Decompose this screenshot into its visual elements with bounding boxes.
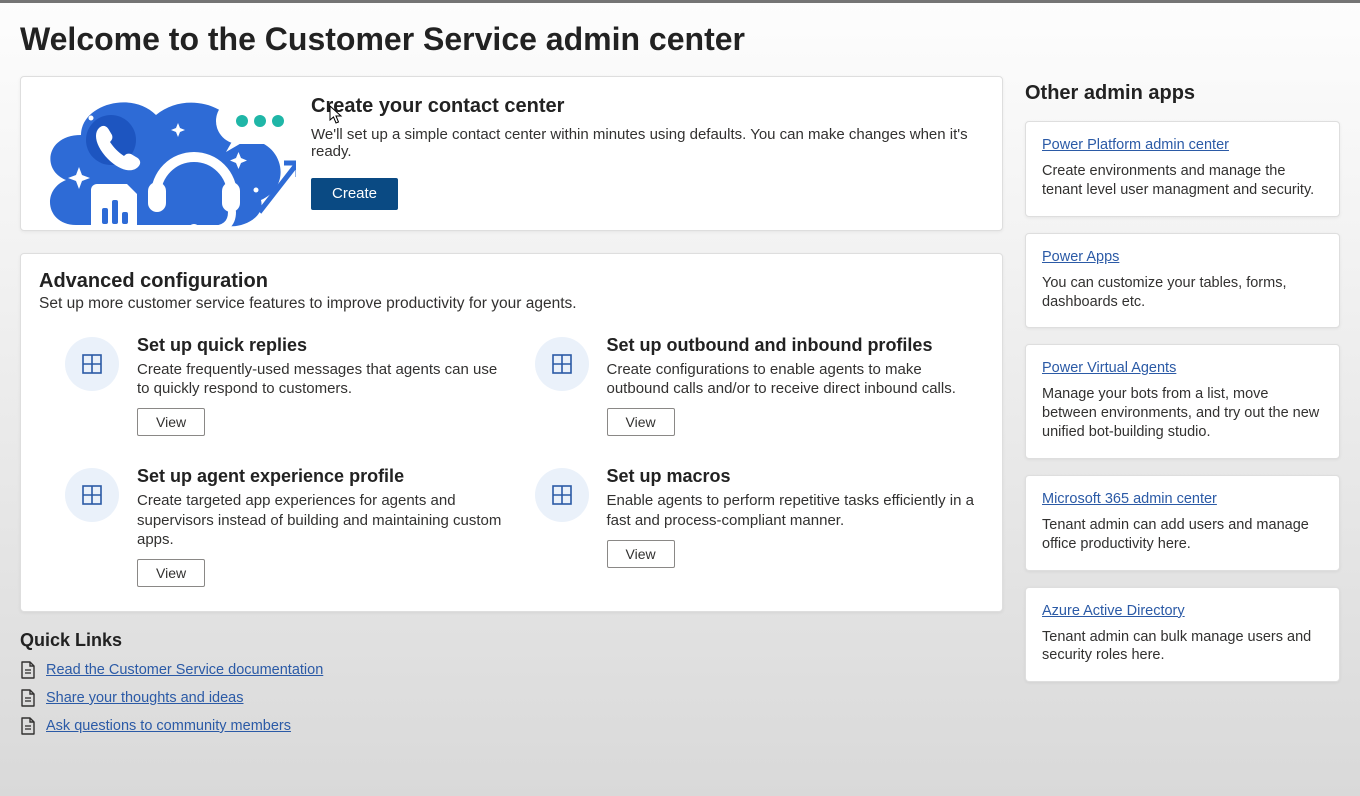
quick-links-heading: Quick Links — [20, 630, 1003, 651]
app-link-m365-admin[interactable]: Microsoft 365 admin center — [1042, 491, 1217, 507]
adv-item-title: Set up quick replies — [137, 335, 505, 356]
hero-title: Create your contact center — [311, 95, 982, 118]
app-card-pva: Power Virtual Agents Manage your bots fr… — [1025, 344, 1340, 459]
quick-link-row: Ask questions to community members — [20, 717, 1003, 735]
adv-item-agent-experience: Set up agent experience profile Create t… — [65, 464, 505, 587]
document-icon — [20, 689, 36, 707]
quick-link-documentation[interactable]: Read the Customer Service documentation — [46, 662, 323, 678]
app-card-aad: Azure Active Directory Tenant admin can … — [1025, 587, 1340, 683]
hero-card: Create your contact center We'll set up … — [20, 76, 1003, 231]
adv-item-quick-replies: Set up quick replies Create frequently-u… — [65, 333, 505, 436]
adv-item-title: Set up agent experience profile — [137, 466, 505, 487]
page-title: Welcome to the Customer Service admin ce… — [20, 21, 1340, 58]
app-link-azure-ad[interactable]: Azure Active Directory — [1042, 603, 1185, 619]
adv-item-description: Enable agents to perform repetitive task… — [607, 491, 975, 529]
view-button[interactable]: View — [137, 559, 205, 587]
document-icon — [20, 661, 36, 679]
grid-icon — [65, 337, 119, 391]
other-apps-heading: Other admin apps — [1025, 82, 1340, 105]
document-icon — [20, 717, 36, 735]
hero-illustration — [21, 77, 311, 230]
app-description: Create environments and manage the tenan… — [1042, 162, 1323, 200]
quick-link-community[interactable]: Ask questions to community members — [46, 718, 291, 734]
app-link-power-apps[interactable]: Power Apps — [1042, 249, 1119, 265]
app-link-power-virtual-agents[interactable]: Power Virtual Agents — [1042, 360, 1176, 376]
app-description: You can customize your tables, forms, da… — [1042, 274, 1323, 312]
quick-link-row: Read the Customer Service documentation — [20, 661, 1003, 679]
app-description: Tenant admin can add users and manage of… — [1042, 516, 1323, 554]
view-button[interactable]: View — [607, 540, 675, 568]
grid-icon — [65, 468, 119, 522]
adv-item-description: Create frequently-used messages that age… — [137, 360, 505, 398]
quick-link-feedback[interactable]: Share your thoughts and ideas — [46, 690, 244, 706]
adv-item-description: Create configurations to enable agents t… — [607, 360, 975, 398]
adv-item-title: Set up macros — [607, 466, 975, 487]
grid-icon — [535, 337, 589, 391]
app-description: Tenant admin can bulk manage users and s… — [1042, 628, 1323, 666]
quick-links-section: Quick Links Read the Customer Service do… — [20, 630, 1003, 735]
grid-icon — [535, 468, 589, 522]
app-link-power-platform[interactable]: Power Platform admin center — [1042, 137, 1229, 153]
adv-item-profiles: Set up outbound and inbound profiles Cre… — [535, 333, 975, 436]
window-top-strip — [0, 0, 1360, 3]
create-button[interactable]: Create — [311, 178, 398, 210]
adv-item-macros: Set up macros Enable agents to perform r… — [535, 464, 975, 587]
side-column: Other admin apps Power Platform admin ce… — [1025, 76, 1340, 698]
app-description: Manage your bots from a list, move betwe… — [1042, 385, 1323, 442]
hero-description: We'll set up a simple contact center wit… — [311, 126, 982, 160]
view-button[interactable]: View — [137, 408, 205, 436]
view-button[interactable]: View — [607, 408, 675, 436]
advanced-heading: Advanced configuration — [39, 270, 984, 293]
adv-item-description: Create targeted app experiences for agen… — [137, 491, 505, 549]
app-card-m365: Microsoft 365 admin center Tenant admin … — [1025, 475, 1340, 571]
quick-link-row: Share your thoughts and ideas — [20, 689, 1003, 707]
main-column: Create your contact center We'll set up … — [20, 76, 1003, 745]
advanced-subheading: Set up more customer service features to… — [39, 295, 984, 313]
app-card-power-platform: Power Platform admin center Create envir… — [1025, 121, 1340, 217]
adv-item-title: Set up outbound and inbound profiles — [607, 335, 975, 356]
advanced-config-card: Advanced configuration Set up more custo… — [20, 253, 1003, 612]
app-card-power-apps: Power Apps You can customize your tables… — [1025, 233, 1340, 329]
